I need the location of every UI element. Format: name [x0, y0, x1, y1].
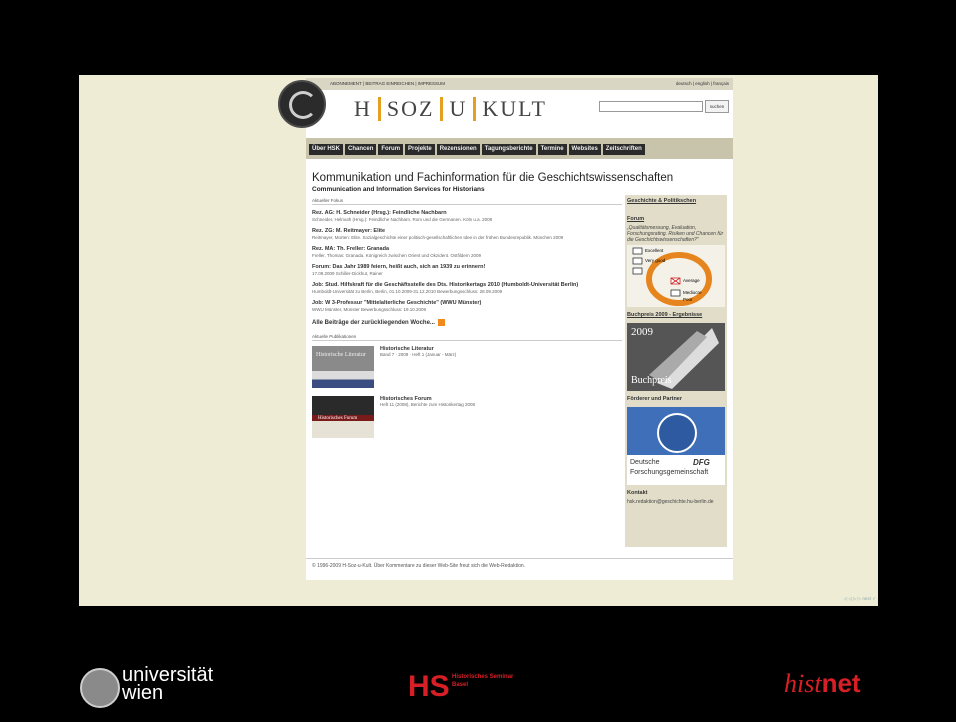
nav-item[interactable]: Websites [568, 144, 601, 155]
buchpreis-banner[interactable]: 2009 Buchpreis [627, 323, 725, 391]
bottom-logos: universität wien HS Historisches Seminar … [0, 660, 956, 710]
top-links[interactable]: ABONNEMENT | BEITRAG EINREICHEN | IMPRES… [330, 81, 445, 86]
footer: © 1996-2009 H-Soz-u-Kult. Über Kommentar… [306, 558, 733, 569]
search-input[interactable] [599, 101, 703, 112]
slide-area: ABONNEMENT | BEITRAG EINREICHEN | IMPRES… [79, 75, 878, 606]
page-title: Kommunikation und Fachinformation für di… [312, 172, 674, 184]
seal-icon [627, 407, 725, 455]
pub-desc: Band 7 · 2009 · Heft 1 (Januar - März) [380, 352, 457, 357]
publication: Historisches Forum Historisches Forum He… [312, 396, 622, 438]
nav-item[interactable]: Projekte [405, 144, 435, 155]
dfg-logo[interactable]: Deutsche DFG Forschungsgemeinschaft [627, 407, 725, 485]
sidebar-link[interactable]: Geschichte & Politikschen [625, 195, 727, 207]
webpage: ABONNEMENT | BEITRAG EINREICHEN | IMPRES… [278, 78, 733, 580]
main-nav: Über HSK Chancen Forum Projekte Rezensio… [306, 138, 733, 159]
nav-item[interactable]: Tagungsberichte [481, 144, 536, 155]
item-desc: Freller, Thomas: Granada. Königreich zwi… [312, 252, 482, 258]
item-desc: Reitmayer, Morten: Elite. Sozialgeschich… [312, 234, 564, 240]
item-desc: 17.09.2009 Schiller-Dickhut, Rainer [312, 270, 383, 276]
list-item: Job: Stud. Hilfskraft für die Geschäftss… [312, 282, 622, 294]
forum-heading[interactable]: Forum [625, 213, 727, 225]
pub-desc: Heft 11 (2008), Berichte zum Historikert… [380, 402, 475, 407]
search-button[interactable]: suchen [705, 100, 729, 113]
item-title[interactable]: Job: Stud. Hilfskraft für die Geschäftss… [312, 282, 622, 289]
poll-option: Average [683, 278, 700, 283]
list-item: Job: W 3-Professur "Mittelalterliche Ges… [312, 300, 622, 312]
nav-item[interactable]: Chancen [345, 144, 377, 155]
forum-text: „Qualitätsmessung, Evaluation, Forschung… [627, 225, 724, 243]
sidebar: Geschichte & Politikschen Forum „Qualitä… [625, 195, 727, 547]
language-links[interactable]: deutsch | english | français [676, 81, 729, 86]
partner-heading: Förderer und Partner [627, 396, 683, 402]
buchpreis-link[interactable]: Buchpreis 2009 - Ergebnisse [625, 309, 727, 321]
poll-option: Excellent [645, 248, 664, 253]
histnet-logo: histnet [784, 668, 861, 698]
contact-email[interactable]: hsk.redaktion@geschichte.hu-berlin.de [625, 499, 727, 505]
rss-icon[interactable] [437, 319, 445, 326]
item-desc: Humboldt-Universität zu Berlin, Berlin, … [312, 288, 503, 294]
slide-nav-controls[interactable]: ◁ ◁ ▷ ▷ next ✓ [844, 596, 876, 602]
contact-heading: Kontakt [627, 490, 648, 496]
section-label: Aktueller Fokus [312, 198, 622, 205]
page-subtitle: Communication and Information Services f… [312, 186, 485, 193]
hs-logo: HS Historisches Seminar Basel [408, 670, 514, 703]
uni-wien-wordmark: universität wien [122, 664, 214, 704]
poll-option: Very good [645, 258, 666, 263]
publication: Historische Literatur Historische Litera… [312, 346, 622, 388]
nav-item[interactable]: Termine [537, 144, 567, 155]
hsk-logo-icon[interactable] [278, 80, 326, 128]
nav-item[interactable]: Über HSK [309, 144, 344, 155]
list-item: Rez. ZG: M. Reitmayer: Elite Reitmayer, … [312, 228, 622, 240]
uni-wien-logo [80, 668, 120, 708]
list-item: Forum: Das Jahr 1989 feiern, heißt auch,… [312, 264, 622, 276]
list-item: Rez. MA: Th. Freller: Granada Freller, T… [312, 246, 622, 258]
poll-option: Mediocre [683, 290, 702, 295]
nav-item[interactable]: Zeitschriften [602, 144, 645, 155]
cover-image[interactable]: Historische Literatur [312, 346, 374, 388]
cover-image[interactable]: Historisches Forum [312, 396, 374, 438]
poll-option: Poor [683, 297, 693, 302]
all-posts-link[interactable]: Alle Beiträge der zurückliegenden Woche.… [312, 319, 622, 326]
nav-item[interactable]: Forum [378, 144, 404, 155]
nav-item[interactable]: Rezensionen [436, 144, 480, 155]
poll-widget[interactable]: Excellent Very good Average Mediocre Poo… [627, 245, 725, 307]
item-desc: WWU Münster, Münster Bewerbungsschluss: … [312, 306, 427, 312]
main-content: Aktueller Fokus Rez. AG: H. Schneider (H… [312, 198, 622, 446]
site-title: H SOZ U KULT [354, 96, 547, 121]
item-desc: Schneider, Helmuth (Hrsg.): Feindliche N… [312, 216, 493, 222]
section-label: Aktuelle Publikationen [312, 334, 622, 341]
top-strip: ABONNEMENT | BEITRAG EINREICHEN | IMPRES… [306, 78, 733, 90]
list-item: Rez. AG: H. Schneider (Hrsg.): Feindlich… [312, 210, 622, 222]
